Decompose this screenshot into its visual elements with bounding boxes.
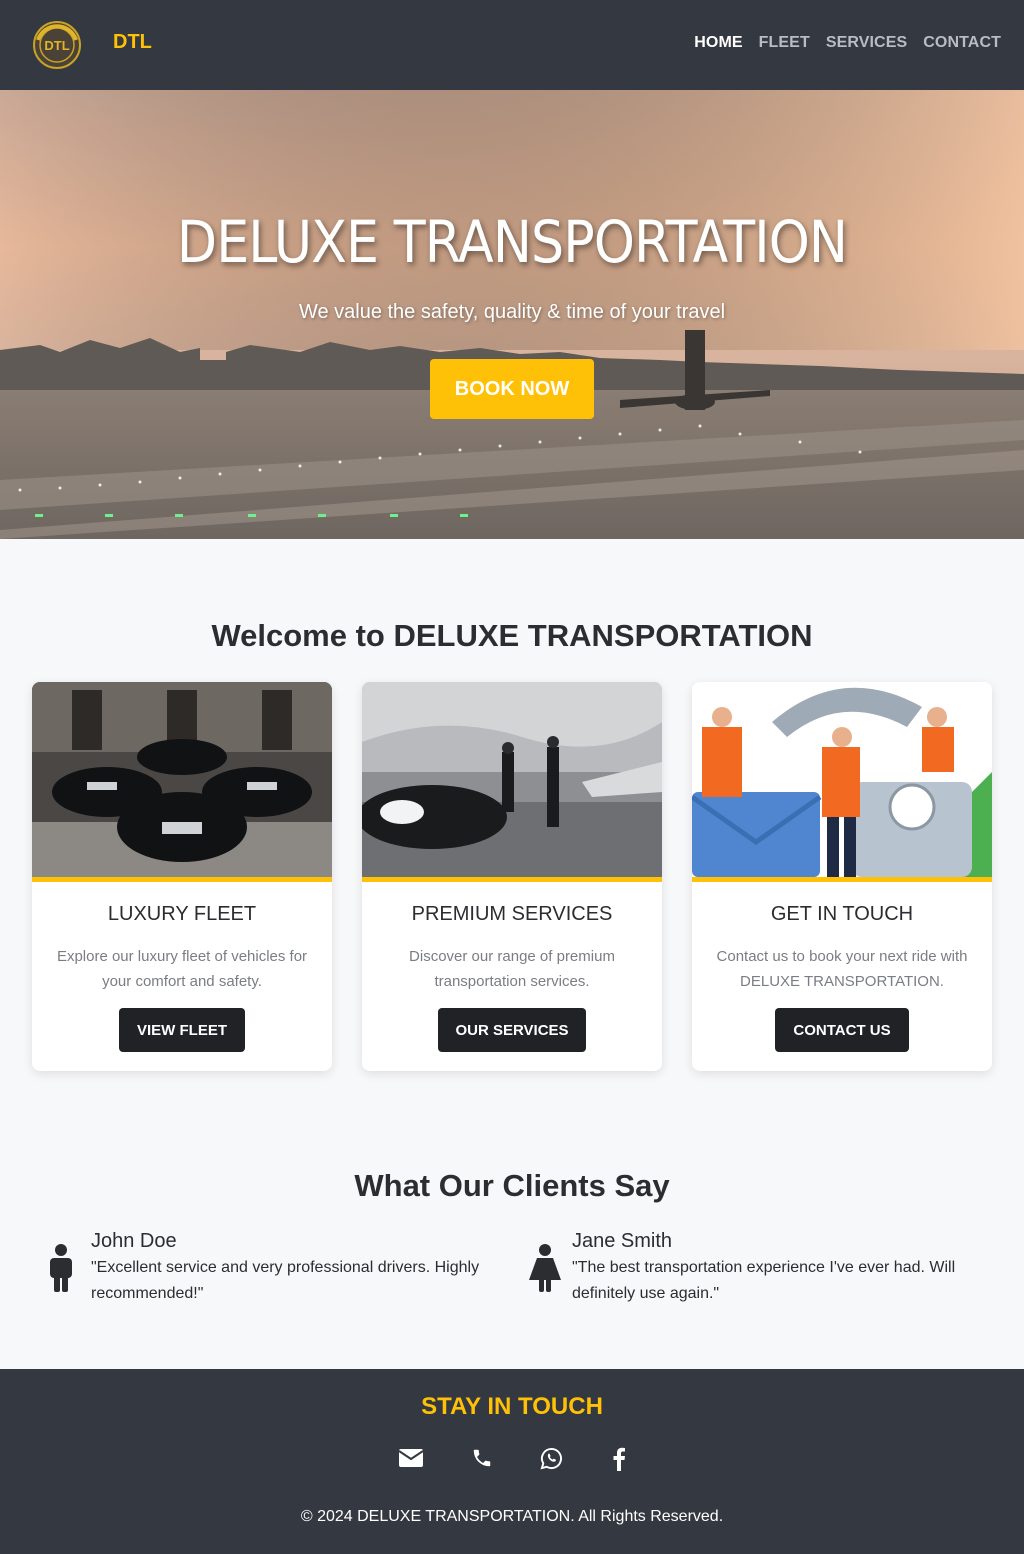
testimonials-title: What Our Clients Say xyxy=(354,1168,670,1203)
nav-services[interactable]: SERVICES xyxy=(826,34,907,52)
card-accent-bar xyxy=(32,877,332,882)
view-fleet-button[interactable]: VIEW FLEET xyxy=(119,1008,245,1052)
card-accent-bar xyxy=(692,877,992,882)
nav-home[interactable]: HOME xyxy=(694,34,742,52)
card-get-in-touch: GET IN TOUCH Contact us to book your nex… xyxy=(692,682,992,1071)
testimonial-quote: "Excellent service and very professional… xyxy=(91,1259,480,1302)
brand-name[interactable]: DTL xyxy=(113,31,152,54)
book-now-button[interactable]: BOOK NOW xyxy=(430,359,594,419)
nav-fleet[interactable]: FLEET xyxy=(759,34,810,52)
phone-icon[interactable] xyxy=(471,1447,493,1469)
card-title: LUXURY FLEET xyxy=(107,903,257,925)
card-text: Explore our luxury fleet of vehicles for… xyxy=(56,948,308,990)
contact-illustration-image xyxy=(692,682,992,877)
female-user-icon xyxy=(529,1244,561,1292)
dtl-logo[interactable]: DTL xyxy=(32,20,82,70)
envelope-icon[interactable] xyxy=(398,1447,424,1469)
hero-title: DELUXE TRANSPORTATION xyxy=(176,208,848,276)
card-accent-bar xyxy=(362,877,662,882)
logo-text: DTL xyxy=(44,38,69,53)
luxury-fleet-image xyxy=(32,682,332,877)
testimonial-quote: "The best transportation experience I've… xyxy=(572,1259,956,1302)
male-user-icon xyxy=(50,1244,72,1292)
navbar: DTL DTL HOME FLEET SERVICES CONTACT xyxy=(0,0,1024,90)
card-premium-services: PREMIUM SERVICES Discover our range of p… xyxy=(362,682,662,1071)
copyright-text: © 2024 DELUXE TRANSPORTATION. All Rights… xyxy=(300,1508,724,1525)
card-title: PREMIUM SERVICES xyxy=(411,903,613,925)
nav-contact[interactable]: CONTACT xyxy=(923,34,1001,52)
welcome-title: Welcome to DELUXE TRANSPORTATION xyxy=(211,618,813,653)
contact-us-button[interactable]: CONTACT US xyxy=(775,1008,909,1052)
hero-subtitle: We value the safety, quality & time of y… xyxy=(298,301,726,323)
card-luxury-fleet: LUXURY FLEET Explore our luxury fleet of… xyxy=(32,682,332,1071)
footer: STAY IN TOUCH © 2024 DELUXE TRANSPORTATI… xyxy=(0,1369,1024,1554)
testimonial-name: Jane Smith xyxy=(572,1230,673,1252)
our-services-button[interactable]: OUR SERVICES xyxy=(438,1008,586,1052)
card-text: Discover our range of premium transporta… xyxy=(409,948,615,990)
footer-title: STAY IN TOUCH xyxy=(421,1393,603,1420)
main-nav: HOME FLEET SERVICES CONTACT xyxy=(694,34,1001,52)
facebook-icon[interactable] xyxy=(612,1447,626,1471)
premium-services-image xyxy=(362,682,662,877)
card-text: Contact us to book your next ride with D… xyxy=(716,948,968,990)
whatsapp-icon[interactable] xyxy=(540,1447,563,1470)
card-title: GET IN TOUCH xyxy=(770,903,914,925)
hero-section: DELUXE TRANSPORTATION We value the safet… xyxy=(0,90,1024,539)
testimonial-name: John Doe xyxy=(91,1230,177,1252)
